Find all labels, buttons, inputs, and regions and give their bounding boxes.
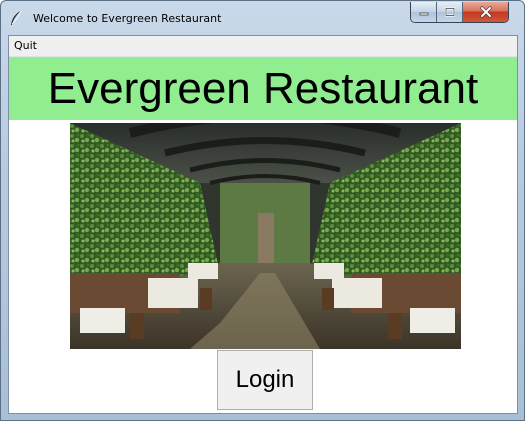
title-bar[interactable]: Welcome to Evergreen Restaurant xyxy=(1,1,524,35)
menu-item-quit[interactable]: Quit xyxy=(14,39,37,52)
restaurant-banner: Evergreen Restaurant xyxy=(9,57,517,120)
login-button[interactable]: Login xyxy=(217,350,313,410)
restaurant-interior-photo xyxy=(70,123,461,349)
feather-icon xyxy=(11,10,22,25)
restaurant-image xyxy=(70,123,461,349)
maximize-icon xyxy=(444,7,455,17)
menu-bar: Quit xyxy=(9,36,517,57)
close-icon xyxy=(479,6,492,18)
window-controls xyxy=(410,2,509,23)
close-button[interactable] xyxy=(463,2,508,22)
app-window: Welcome to Evergreen Restaurant Quit Eve… xyxy=(0,0,525,421)
minimize-icon xyxy=(419,12,428,16)
window-title: Welcome to Evergreen Restaurant xyxy=(33,12,222,25)
restaurant-title: Evergreen Restaurant xyxy=(47,64,479,113)
minimize-button[interactable] xyxy=(411,2,437,22)
client-area: Quit Evergreen Restaurant Login xyxy=(8,35,518,414)
maximize-button[interactable] xyxy=(437,2,463,22)
